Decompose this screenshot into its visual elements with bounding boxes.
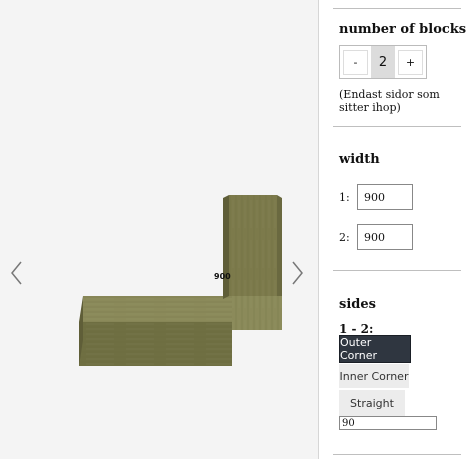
width-1-label: 1: [339,191,350,204]
straight-button[interactable]: Straight [339,390,405,416]
dimension-label: 900 [214,272,231,281]
width-2-label: 2: [339,231,350,244]
3d-viewport[interactable]: 900 [0,0,318,459]
sides-heading: sides [339,297,376,312]
block-count-value: 2 [371,46,395,78]
outer-corner-button[interactable]: Outer Corner [339,335,411,363]
angle-input[interactable] [339,416,437,430]
divider [333,270,461,271]
width-heading: width [339,152,380,167]
chevron-left-icon [11,261,22,285]
sides-pair-label: 1 - 2: [339,322,374,336]
blocks-note: (Endast sidor som sitter ihop) [339,88,440,114]
divider [333,454,461,455]
prev-view-button[interactable] [8,258,26,288]
blocks-heading: number of blocks [339,22,467,37]
chevron-right-icon [292,261,303,285]
divider [333,8,461,9]
wood-block-1 [79,296,232,366]
inner-corner-button[interactable]: Inner Corner [339,364,409,388]
settings-panel: number of blocks - 2 + (Endast sidor som… [318,0,474,459]
width-1-input[interactable] [357,184,413,210]
next-view-button[interactable] [288,258,306,288]
increment-button[interactable]: + [398,49,423,75]
width-2-input[interactable] [357,224,413,250]
block-count-stepper: - 2 + [339,45,427,79]
block-scene [79,195,282,366]
divider [333,126,461,127]
decrement-button[interactable]: - [343,49,368,75]
